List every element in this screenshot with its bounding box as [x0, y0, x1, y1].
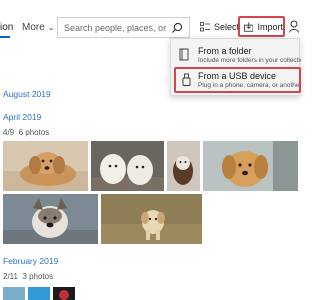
tab-collection[interactable]: ion: [0, 22, 13, 33]
search-box: [57, 17, 190, 38]
from-usb-title: From a USB device: [198, 71, 277, 81]
group-photo-count: 3 photos: [22, 272, 54, 281]
month-heading[interactable]: August 2019: [3, 89, 51, 99]
chevron-down-icon: ⌄: [47, 23, 55, 32]
puppy-on-grass-photo: [101, 194, 202, 244]
usb-icon: [182, 73, 191, 86]
more-label: More: [22, 22, 45, 33]
search-input[interactable]: [64, 21, 168, 35]
active-tab-indicator: [0, 36, 10, 38]
photo-thumbnail[interactable]: [3, 287, 25, 300]
import-label: Import: [257, 21, 283, 32]
group-date-meta: 4/9 6 photos: [3, 128, 49, 137]
group-date: 4/9: [3, 128, 15, 137]
photo-thumbnail[interactable]: [91, 141, 164, 191]
menu-item-from-usb[interactable]: From a USB device Plug in a phone, camer…: [174, 67, 301, 93]
white-puppies-photo: [91, 141, 164, 191]
small-dog-photo: [167, 141, 200, 191]
group-date-meta: 2/11 3 photos: [3, 272, 53, 281]
import-button[interactable]: Import: [238, 16, 285, 37]
group-date: 2/11: [3, 272, 18, 281]
more-menu-button[interactable]: More ⌄: [22, 22, 55, 33]
photo-thumbnail[interactable]: [28, 287, 50, 300]
from-folder-title: From a folder: [198, 46, 252, 56]
photo-thumbnail[interactable]: [167, 141, 200, 191]
import-icon: [244, 21, 254, 32]
month-heading[interactable]: April 2019: [3, 112, 41, 122]
bulldog-photo: [3, 194, 98, 244]
photo-thumbnail[interactable]: [53, 287, 75, 300]
photo-thumbnail[interactable]: [3, 194, 98, 244]
photo-thumbnail[interactable]: [203, 141, 298, 191]
puppy-photo: [3, 141, 88, 191]
person-icon[interactable]: [289, 20, 300, 33]
photo-thumbnail[interactable]: [101, 194, 202, 244]
from-usb-subtitle: Plug in a phone, camera, or another: [198, 82, 299, 89]
import-dropdown-menu: From a folder Include more folders in yo…: [170, 38, 301, 96]
golden-puppy-photo: [203, 141, 298, 191]
month-heading[interactable]: February 2019: [3, 256, 58, 266]
photo-detail: [59, 290, 69, 300]
menu-item-from-folder[interactable]: From a folder Include more folders in yo…: [171, 43, 301, 67]
select-button[interactable]: Select: [200, 18, 239, 36]
checklist-icon: [200, 22, 210, 32]
search-icon[interactable]: [170, 21, 184, 35]
select-label: Select: [214, 22, 240, 32]
folder-icon: [179, 48, 189, 61]
from-folder-subtitle: Include more folders in your collection: [198, 57, 301, 64]
group-photo-count: 6 photos: [18, 128, 50, 137]
photo-thumbnail[interactable]: [3, 141, 88, 191]
